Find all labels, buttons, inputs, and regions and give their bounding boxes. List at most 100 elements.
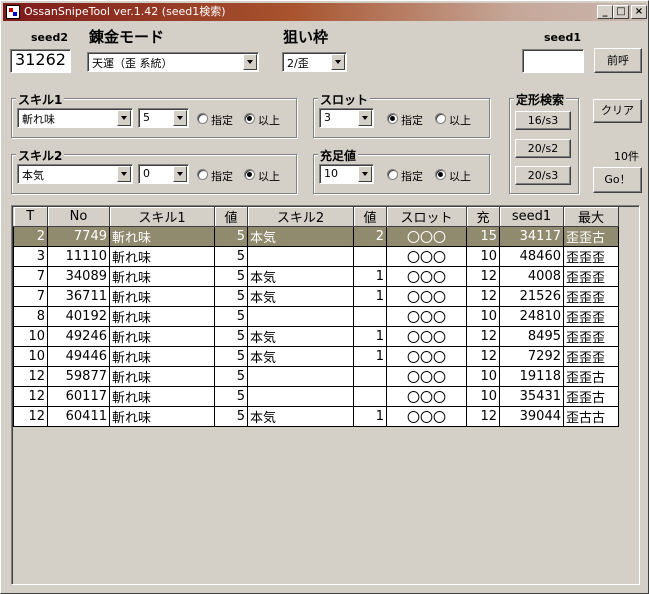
- clear-button[interactable]: クリア: [593, 99, 642, 123]
- skill2-value-select[interactable]: 0: [138, 164, 189, 184]
- fill-legend: 充足値: [318, 147, 359, 164]
- header-col-max[interactable]: 最大: [563, 207, 619, 227]
- chevron-down-icon[interactable]: [117, 166, 131, 182]
- table-cell-col-seed1: 34117: [499, 226, 564, 247]
- table-cell-col-fill: 10: [466, 306, 500, 327]
- target-select-value: 2/歪: [287, 57, 309, 70]
- seed2-label: seed2: [31, 31, 68, 44]
- header-col-no[interactable]: No: [47, 207, 110, 227]
- preset-16-s3-button[interactable]: 16/s3: [515, 111, 571, 130]
- table-cell-col-skill1: 斬れ味: [109, 266, 215, 287]
- table-cell-col-max: 歪歪歪: [563, 266, 619, 287]
- fill-exact-radio[interactable]: [387, 169, 398, 180]
- chevron-down-icon[interactable]: [173, 110, 187, 126]
- seed1-label: seed1: [544, 31, 581, 44]
- header-col-seed1[interactable]: seed1: [499, 207, 564, 227]
- chevron-down-icon[interactable]: [243, 54, 257, 70]
- mode-select[interactable]: 天運（歪 系統）: [87, 52, 259, 72]
- app-window: OssanSnipeTool ver.1.42 (seed1検索) _ □ × …: [0, 0, 649, 594]
- table-cell-col-slot: 〇〇〇: [386, 346, 467, 367]
- minimize-icon: _: [602, 6, 608, 17]
- table-cell-col-no: 59877: [47, 366, 110, 387]
- minimize-button[interactable]: _: [597, 5, 613, 19]
- chevron-down-icon[interactable]: [358, 166, 372, 182]
- header-col-value2[interactable]: 値: [353, 207, 387, 227]
- fixed-search-group: 定形検索 16/s3 20/s2 20/s3: [509, 91, 579, 194]
- skill1-above-radio[interactable]: [244, 113, 255, 124]
- header-col-skill1[interactable]: スキル1: [109, 207, 215, 227]
- table-row[interactable]: 7 36711 斬れ味 5 本気 1 〇〇〇 12 21526 歪歪歪: [13, 286, 619, 307]
- chevron-down-icon[interactable]: [173, 166, 187, 182]
- table-cell-col-skill1: 斬れ味: [109, 246, 215, 267]
- table-cell-col-skill2: [247, 366, 354, 387]
- table-cell-col-no: 36711: [47, 286, 110, 307]
- skill1-select[interactable]: 斬れ味: [17, 108, 133, 128]
- skill2-exact-label: 指定: [211, 170, 233, 183]
- table-row[interactable]: 12 59877 斬れ味 5 〇〇〇 10 19118 歪歪古: [13, 366, 619, 387]
- skill2-group: スキル2 本気 0 指定 以上: [11, 147, 297, 194]
- table-cell-col-fill: 12: [466, 346, 500, 367]
- fill-select[interactable]: 10: [319, 164, 374, 184]
- table-cell-col-max: 歪歪古: [563, 226, 619, 247]
- chevron-down-icon[interactable]: [358, 110, 372, 126]
- header-col-skill2[interactable]: スキル2: [247, 207, 354, 227]
- preset-20-s3-button[interactable]: 20/s3: [515, 166, 571, 185]
- table-cell-col-no: 60117: [47, 386, 110, 407]
- table-cell-col-value2: [353, 366, 387, 387]
- header-col-t[interactable]: T: [13, 207, 48, 227]
- fill-above-label: 以上: [449, 170, 471, 183]
- table-cell-col-value2: 1: [353, 326, 387, 347]
- seed1-input[interactable]: [522, 49, 584, 73]
- slot-select[interactable]: 3: [319, 108, 374, 128]
- header-col-value1[interactable]: 値: [214, 207, 248, 227]
- table-row[interactable]: 8 40192 斬れ味 5 〇〇〇 10 24810 歪歪歪: [13, 306, 619, 327]
- slot-group: スロット 3 指定 以上: [313, 91, 490, 138]
- table-cell-col-no: 7749: [47, 226, 110, 247]
- results-table-area[interactable]: T No スキル1 値スキル2 値スロット充 seed1 最大 2 7749 斬れ味 5 本気 2 〇〇…: [11, 205, 640, 585]
- mode-select-value: 天運（歪 系統）: [92, 57, 173, 70]
- chevron-down-icon[interactable]: [331, 54, 345, 70]
- skill1-exact-radio[interactable]: [197, 113, 208, 124]
- slot-above-radio[interactable]: [435, 113, 446, 124]
- skill2-select[interactable]: 本気: [17, 164, 133, 184]
- seed2-field[interactable]: 31262: [10, 49, 71, 73]
- chevron-down-icon[interactable]: [117, 110, 131, 126]
- skill2-exact-radio[interactable]: [197, 169, 208, 180]
- table-cell-col-slot: 〇〇〇: [386, 246, 467, 267]
- table-cell-col-no: 60411: [47, 406, 110, 427]
- slot-exact-radio[interactable]: [387, 113, 398, 124]
- slot-above-label: 以上: [449, 114, 471, 127]
- table-cell-col-value2: [353, 386, 387, 407]
- skill1-value-select[interactable]: 5: [138, 108, 189, 128]
- table-row[interactable]: 3 11110 斬れ味 5 〇〇〇 10 48460 歪歪歪: [13, 246, 619, 267]
- table-cell-col-fill: 12: [466, 266, 500, 287]
- table-row[interactable]: 7 34089 斬れ味 5 本気 1 〇〇〇 12 4008 歪歪歪: [13, 266, 619, 287]
- table-cell-col-t: 7: [13, 286, 48, 307]
- call-button[interactable]: 前呼: [594, 48, 642, 73]
- table-cell-col-seed1: 4008: [499, 266, 564, 287]
- title-bar[interactable]: OssanSnipeTool ver.1.42 (seed1検索) _ □ ×: [3, 3, 647, 21]
- table-cell-col-max: 歪歪歪: [563, 346, 619, 367]
- table-cell-col-no: 49446: [47, 346, 110, 367]
- table-row[interactable]: 10 49246 斬れ味 5 本気 1 〇〇〇 12 8495 歪歪歪: [13, 326, 619, 347]
- table-row[interactable]: 12 60411 斬れ味 5 本気 1 〇〇〇 12 39044 歪古古: [13, 406, 619, 427]
- table-cell-col-value1: 5: [214, 366, 248, 387]
- table-cell-col-skill2: 本気: [247, 226, 354, 247]
- go-button[interactable]: Go！: [593, 167, 642, 193]
- fill-above-radio[interactable]: [435, 169, 446, 180]
- target-select[interactable]: 2/歪: [282, 52, 347, 72]
- table-cell-col-t: 3: [13, 246, 48, 267]
- table-cell-col-fill: 10: [466, 386, 500, 407]
- preset-20-s2-button[interactable]: 20/s2: [515, 139, 571, 158]
- table-cell-col-value2: 1: [353, 406, 387, 427]
- table-cell-col-value2: [353, 246, 387, 267]
- table-row[interactable]: 12 60117 斬れ味 5 〇〇〇 10 35431 歪歪古: [13, 386, 619, 407]
- maximize-button[interactable]: □: [613, 5, 629, 19]
- header-col-slot[interactable]: スロット: [386, 207, 467, 227]
- table-cell-col-value1: 5: [214, 386, 248, 407]
- close-button[interactable]: ×: [631, 5, 647, 19]
- header-col-fill[interactable]: 充: [466, 207, 500, 227]
- table-row[interactable]: 2 7749 斬れ味 5 本気 2 〇〇〇 15 34117 歪歪古: [13, 226, 619, 247]
- table-row[interactable]: 10 49446 斬れ味 5 本気 1 〇〇〇 12 7292 歪歪歪: [13, 346, 619, 367]
- skill2-above-radio[interactable]: [244, 169, 255, 180]
